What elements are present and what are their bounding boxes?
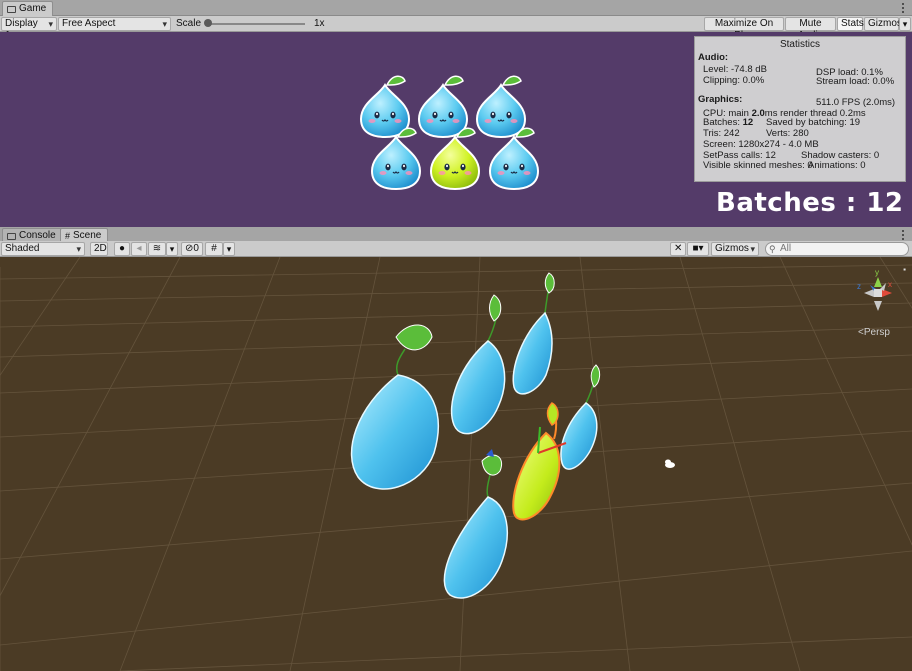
game-gizmos-label: Gizmos bbox=[868, 18, 902, 29]
scene-search-input[interactable]: ⚲ All bbox=[765, 242, 909, 256]
maximize-on-play-button[interactable]: Maximize On Play bbox=[704, 17, 784, 41]
grid-toggle[interactable]: # bbox=[205, 242, 223, 256]
grid-icon: # bbox=[211, 243, 217, 254]
aspect-dropdown[interactable]: Free Aspect bbox=[58, 17, 171, 31]
saved-by-batching: Saved by batching: 19 bbox=[766, 117, 861, 128]
orientation-gizmo[interactable]: y x z <Persp ▪ bbox=[848, 263, 910, 343]
scene-grid-icon: # bbox=[65, 230, 71, 241]
batches-overlay-text: Batches : 12 bbox=[716, 188, 904, 218]
game-tab-bar: Game bbox=[0, 0, 912, 16]
lightbulb-icon: ● bbox=[118, 243, 126, 254]
shading-dropdown-value: Shaded bbox=[5, 243, 40, 254]
mode-2d-button[interactable]: 2D bbox=[90, 242, 108, 256]
chevron-down-icon: ▾ bbox=[902, 19, 908, 29]
shading-dropdown[interactable]: Shaded bbox=[1, 242, 85, 256]
search-icon: ⚲ bbox=[769, 244, 776, 254]
tab-game[interactable]: Game bbox=[2, 1, 54, 16]
game-slime-1 bbox=[359, 75, 411, 139]
cpu-main-value: 2.0 bbox=[751, 108, 765, 119]
statistics-title: Statistics bbox=[779, 39, 820, 50]
mute-audio-button[interactable]: Mute Audio bbox=[785, 17, 836, 41]
speaker-icon: ◂ bbox=[136, 243, 142, 254]
scene-slime-front-left bbox=[443, 449, 509, 599]
audio-clipping: Clipping: 0.0% bbox=[703, 75, 765, 86]
scene-slime-front-right bbox=[560, 364, 601, 470]
batches-value: 12 bbox=[742, 117, 754, 128]
scale-label: Scale bbox=[176, 18, 202, 29]
game-toolbar: Display 1 Free Aspect Scale 1x Maximize … bbox=[0, 16, 912, 41]
axis-y-label: y bbox=[875, 268, 879, 277]
stats-button[interactable]: Stats bbox=[837, 17, 864, 31]
scene-toolbar: Shaded 2D ● ◂ ≋ ▾ ⊘0 # ▾ ✕ ■▾ Gizmos ⚲ A… bbox=[0, 241, 912, 257]
game-gizmos-button[interactable]: Gizmos bbox=[864, 17, 902, 31]
audio-header: Audio: bbox=[698, 52, 729, 63]
axis-x-label: x bbox=[888, 280, 892, 289]
effects-dropdown[interactable]: ▾ bbox=[166, 242, 178, 256]
game-view-icon bbox=[7, 5, 16, 13]
chevron-down-icon: ▾ bbox=[169, 244, 175, 254]
effects-icon: ≋ bbox=[152, 243, 162, 254]
scene-grid bbox=[0, 257, 912, 671]
hidden-count: 0 bbox=[193, 243, 199, 254]
persp-label[interactable]: <Persp bbox=[858, 327, 890, 338]
hidden-objects-toggle[interactable]: ⊘0 bbox=[181, 242, 203, 256]
console-icon bbox=[7, 232, 16, 240]
scene-gizmos-dropdown[interactable]: Gizmos bbox=[711, 242, 759, 256]
scene-slime-back-left bbox=[350, 324, 439, 490]
game-slime-2 bbox=[417, 75, 469, 139]
scene-tab-menu-icon[interactable] bbox=[898, 229, 908, 241]
screen-readout: Screen: 1280x274 - 4.0 MB bbox=[703, 139, 819, 150]
scene-gizmos-label: Gizmos bbox=[715, 243, 749, 254]
skinned-meshes: Visible skinned meshes: 0 bbox=[703, 160, 813, 171]
statistics-panel: Statistics Audio: Level: -74.8 dB Clippi… bbox=[694, 36, 906, 182]
camera-icon: ■▾ bbox=[692, 243, 704, 254]
graphics-header: Graphics: bbox=[698, 94, 743, 105]
scene-canvas bbox=[0, 257, 912, 671]
lighting-toggle[interactable]: ● bbox=[114, 242, 130, 256]
verts-readout: Verts: 280 bbox=[766, 128, 809, 139]
fps-readout: 511.0 FPS (2.0ms) bbox=[816, 97, 896, 108]
scene-view[interactable]: y x z <Persp ▪ bbox=[0, 257, 912, 671]
mode-2d-label: 2D bbox=[94, 243, 107, 254]
grid-dropdown[interactable]: ▾ bbox=[223, 242, 235, 256]
effects-toggle[interactable]: ≋ bbox=[148, 242, 166, 256]
aspect-dropdown-value: Free Aspect bbox=[62, 18, 116, 29]
batches-readout: Batches: 12 bbox=[703, 117, 753, 128]
tab-game-label: Game bbox=[19, 3, 47, 14]
game-tab-menu-icon[interactable] bbox=[898, 2, 908, 14]
scale-slider-track[interactable] bbox=[205, 23, 305, 25]
tools-button[interactable]: ✕ bbox=[670, 242, 686, 256]
lock-icon[interactable]: ▪ bbox=[903, 265, 906, 274]
audio-level: Level: -74.8 dB bbox=[703, 64, 767, 75]
game-gizmos-dropdown[interactable]: ▾ bbox=[899, 17, 911, 31]
scene-slime-front-selected bbox=[512, 402, 567, 521]
axis-gizmo-icon: y x z bbox=[857, 268, 892, 311]
audio-toggle[interactable]: ◂ bbox=[131, 242, 147, 256]
stream-load: Stream load: 0.0% bbox=[816, 76, 895, 87]
scale-slider-thumb[interactable] bbox=[204, 19, 212, 27]
stats-label: Stats bbox=[841, 18, 864, 29]
tools-icon: ✕ bbox=[674, 243, 683, 254]
scale-control: Scale 1x bbox=[172, 16, 332, 32]
scale-value: 1x bbox=[314, 18, 325, 29]
batches-prefix: Batches: bbox=[703, 117, 743, 128]
persp-text: Persp bbox=[863, 327, 890, 338]
light-gizmo-icon bbox=[665, 459, 675, 468]
animations-readout: Animations: 0 bbox=[808, 160, 866, 171]
game-slime-3 bbox=[475, 75, 527, 139]
display-dropdown[interactable]: Display 1 bbox=[1, 17, 57, 41]
chevron-down-icon: ▾ bbox=[226, 244, 232, 254]
tris-readout: Tris: 242 bbox=[703, 128, 740, 139]
axis-z-label: z bbox=[857, 282, 861, 291]
scene-slime-back-mid bbox=[450, 294, 506, 435]
search-placeholder: All bbox=[780, 243, 792, 254]
camera-button[interactable]: ■▾ bbox=[687, 242, 709, 256]
